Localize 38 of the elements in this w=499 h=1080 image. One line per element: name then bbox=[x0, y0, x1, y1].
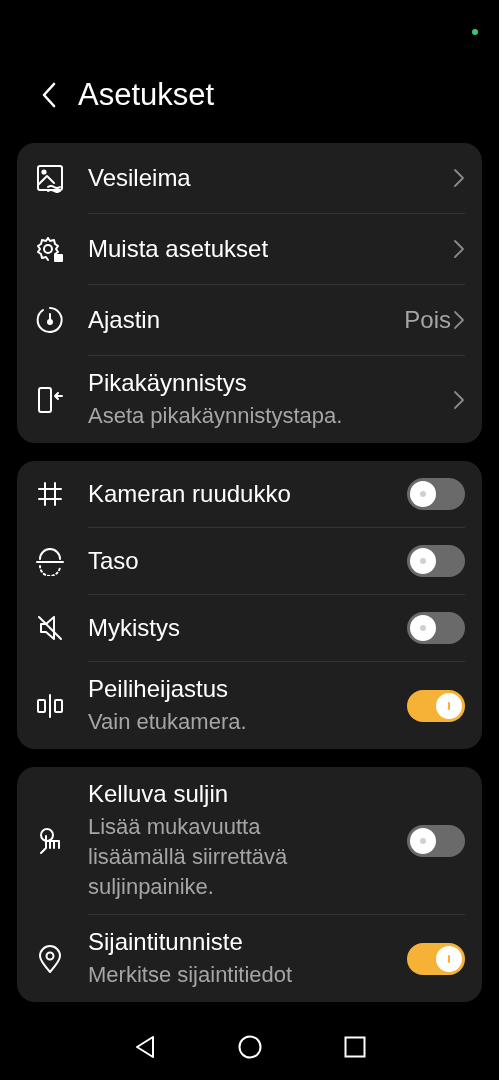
phone-arrow-icon bbox=[35, 384, 65, 415]
setting-description: Vain etukamera. bbox=[88, 708, 248, 736]
setting-description: Lisää mukavuutta lisäämällä siirrettävä suljinpainike. bbox=[88, 813, 289, 901]
toggle-switch[interactable] bbox=[407, 612, 465, 644]
setting-title: Sijaintitunniste bbox=[88, 927, 244, 957]
setting-title: Vesileima bbox=[88, 163, 192, 193]
setting-value: Pois bbox=[404, 306, 451, 334]
chevron-right-icon[interactable] bbox=[453, 310, 465, 330]
setting-description: Merkitse sijaintitiedot bbox=[88, 961, 294, 989]
timer-icon bbox=[35, 305, 65, 335]
recents-nav-icon[interactable] bbox=[343, 1035, 366, 1058]
setting-title: Ajastin bbox=[88, 305, 162, 335]
speaker-muted-icon bbox=[35, 613, 65, 643]
grid-icon bbox=[35, 479, 65, 509]
toggle-switch[interactable] bbox=[407, 824, 465, 857]
setting-title: Kameran ruudukko bbox=[88, 479, 292, 509]
setting-title: Mykistys bbox=[88, 613, 181, 643]
setting-title: Pikakäynnistys bbox=[88, 368, 248, 398]
setting-title: Peiliheijastus bbox=[88, 674, 230, 704]
setting-description: Aseta pikakäynnistystapa. bbox=[88, 402, 344, 430]
back-nav-icon[interactable] bbox=[133, 1034, 156, 1059]
status-dot-icon bbox=[472, 29, 478, 35]
home-nav-icon[interactable] bbox=[237, 1034, 262, 1059]
back-icon[interactable] bbox=[40, 80, 58, 109]
toggle-switch[interactable] bbox=[407, 689, 465, 722]
setting-title: Taso bbox=[88, 546, 140, 576]
gear-lock-icon bbox=[35, 234, 65, 264]
toggle-switch[interactable] bbox=[407, 545, 465, 577]
level-icon bbox=[35, 546, 65, 576]
chevron-right-icon[interactable] bbox=[453, 389, 465, 410]
toggle-switch[interactable] bbox=[407, 478, 465, 510]
setting-title: Kelluva suljin bbox=[88, 779, 230, 809]
toggle-switch[interactable] bbox=[407, 942, 465, 975]
chevron-right-icon[interactable] bbox=[453, 239, 465, 259]
image-icon bbox=[35, 163, 65, 193]
page-title: Asetukset bbox=[78, 76, 215, 113]
chevron-right-icon[interactable] bbox=[453, 168, 465, 188]
setting-title: Muista asetukset bbox=[88, 234, 270, 264]
